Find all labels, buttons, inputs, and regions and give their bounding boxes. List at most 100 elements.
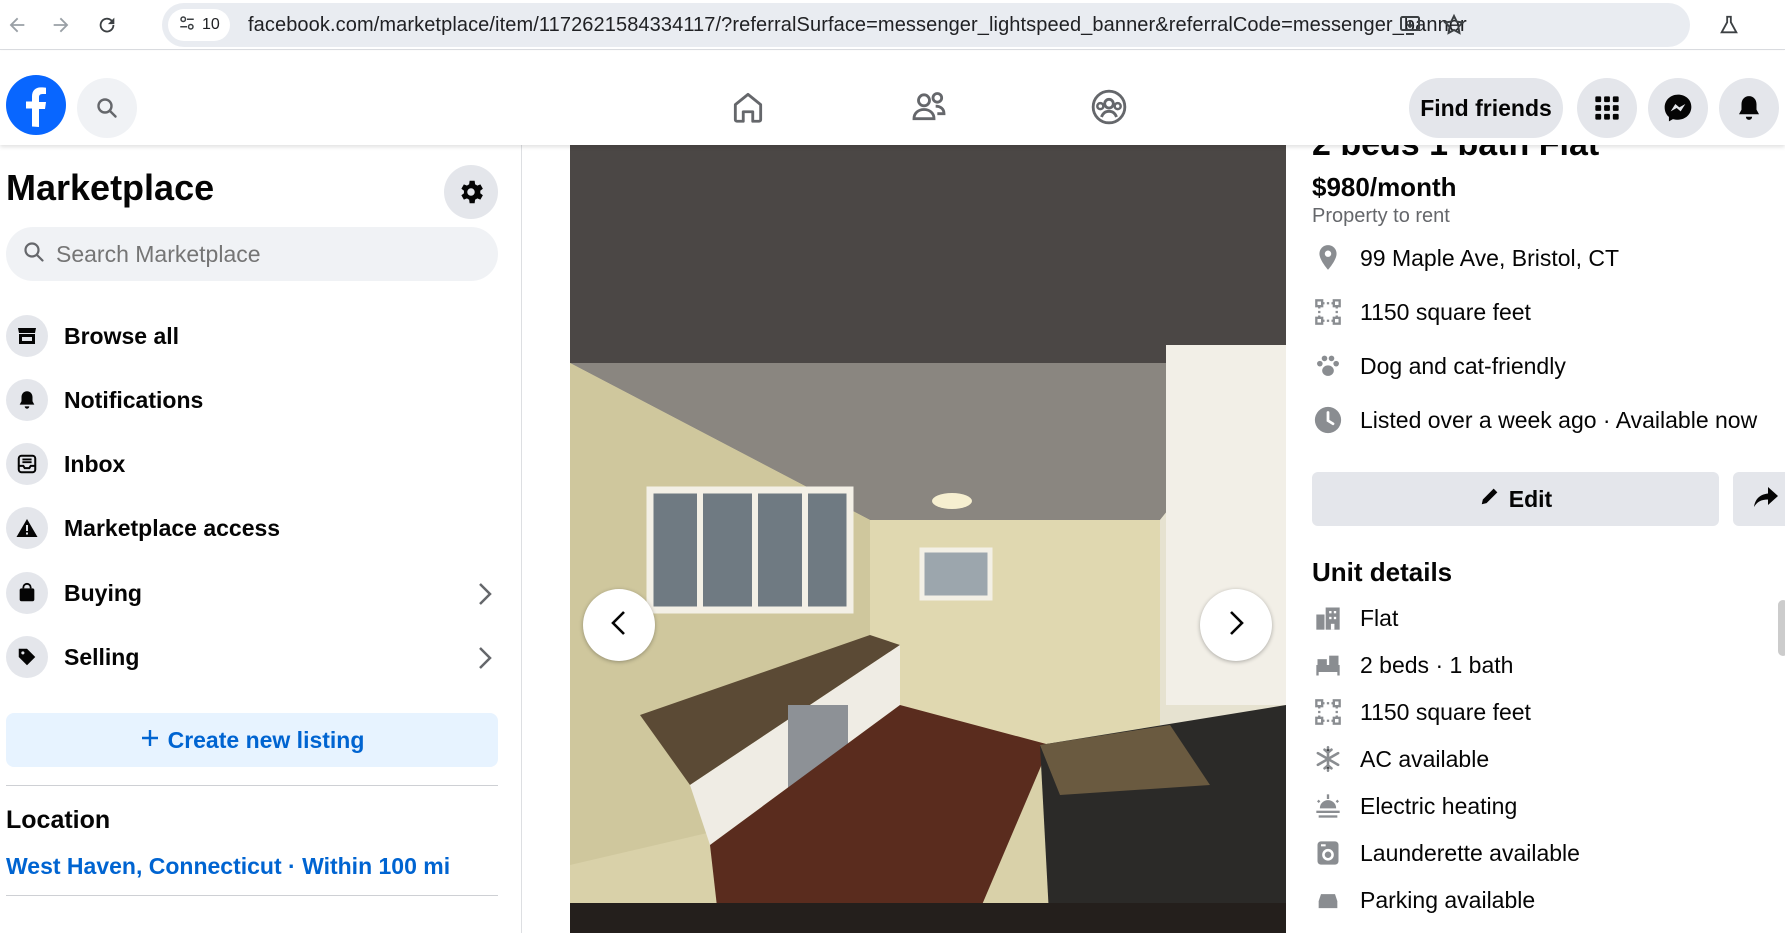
listing-price: $980/month <box>1312 172 1457 202</box>
plus-icon <box>140 727 160 754</box>
find-friends-button[interactable]: Find friends <box>1409 78 1563 138</box>
share-button[interactable] <box>1733 472 1785 526</box>
unit-heating: Electric heating <box>1312 788 1517 824</box>
sidebar-item-label: Inbox <box>64 450 126 477</box>
sidebar-item-inbox[interactable]: Inbox <box>6 434 500 494</box>
friends-icon[interactable] <box>903 81 955 133</box>
area-icon <box>1312 696 1344 728</box>
building-icon <box>1312 602 1344 634</box>
create-listing-label: Create new listing <box>167 726 365 753</box>
menu-grid-icon[interactable] <box>1577 78 1637 138</box>
site-info-chip[interactable]: 10 <box>168 9 230 41</box>
bookmark-star-icon[interactable] <box>1440 11 1468 39</box>
unit-beds-baths: 2 beds · 1 bath <box>1312 647 1513 683</box>
info-square-feet: 1150 square feet <box>1312 294 1531 330</box>
car-icon <box>1312 884 1344 916</box>
washer-icon <box>1312 837 1344 869</box>
shopping-bag-icon <box>6 572 48 614</box>
info-pets: Dog and cat-friendly <box>1312 348 1566 384</box>
info-text: Dog and cat-friendly <box>1360 352 1566 379</box>
info-address: 99 Maple Ave, Bristol, CT <box>1312 240 1619 276</box>
info-text: AC available <box>1360 745 1490 772</box>
previous-photo-button[interactable] <box>583 589 655 661</box>
storefront-icon <box>6 315 48 357</box>
info-text: 99 Maple Ave, Bristol, CT <box>1360 244 1620 271</box>
edit-label: Edit <box>1508 485 1553 512</box>
info-text: 2 beds · 1 bath <box>1360 651 1514 678</box>
info-text: Electric heating <box>1360 792 1518 819</box>
settings-gear-icon[interactable] <box>444 165 498 219</box>
listing-type: Property to rent <box>1312 205 1450 227</box>
browser-toolbar: 10 facebook.com/marketplace/item/1172621… <box>0 0 1785 50</box>
unit-square-feet: 1150 square feet <box>1312 694 1531 730</box>
price-tag-icon <box>6 636 48 678</box>
marketplace-search[interactable] <box>6 227 498 281</box>
listing-media <box>523 145 1290 933</box>
marketplace-sidebar: Marketplace Browse all Notifications Inb… <box>0 145 522 933</box>
bell-icon[interactable] <box>1719 78 1779 138</box>
listing-title: 2 beds 1 bath Flat <box>1312 145 1599 164</box>
search-icon <box>22 240 46 269</box>
chevron-right-icon <box>474 645 496 676</box>
pencil-icon <box>1479 485 1501 513</box>
sidebar-item-buying[interactable]: Buying <box>6 563 500 623</box>
info-text: Parking available <box>1360 886 1536 913</box>
tune-icon <box>178 14 196 37</box>
facebook-logo[interactable] <box>6 75 66 135</box>
location-pin-icon <box>1312 242 1344 274</box>
groups-icon[interactable] <box>1083 81 1135 133</box>
location-link[interactable]: West Haven, Connecticut · Within 100 mi <box>6 853 450 880</box>
sidebar-item-notifications[interactable]: Notifications <box>6 370 500 430</box>
search-input[interactable] <box>56 240 476 268</box>
install-app-icon[interactable] <box>1396 11 1424 39</box>
forward-icon[interactable] <box>44 8 78 42</box>
floating-edge-tab[interactable] <box>1778 600 1785 656</box>
url-text[interactable]: facebook.com/marketplace/item/1172621584… <box>248 14 1467 37</box>
chevron-right-icon <box>474 581 496 612</box>
share-arrow-icon <box>1753 485 1779 514</box>
sidebar-item-label: Marketplace access <box>64 514 281 541</box>
area-icon <box>1312 296 1344 328</box>
chevron-right-icon <box>1224 608 1248 643</box>
heating-icon <box>1312 790 1344 822</box>
unit-ac: AC available <box>1312 741 1489 777</box>
sidebar-item-label: Notifications <box>64 386 204 413</box>
sidebar-item-selling[interactable]: Selling <box>6 627 500 687</box>
sidebar-item-marketplace-access[interactable]: Marketplace access <box>6 498 500 558</box>
address-bar[interactable]: 10 facebook.com/marketplace/item/1172621… <box>162 3 1690 47</box>
info-text: 1150 square feet <box>1360 298 1531 325</box>
unit-laundry: Launderette available <box>1312 835 1580 871</box>
divider <box>6 895 498 896</box>
snowflake-icon <box>1312 743 1344 775</box>
clock-icon <box>1312 404 1344 436</box>
edit-button[interactable]: Edit <box>1312 472 1719 526</box>
info-text: 1150 square feet <box>1360 698 1531 725</box>
facebook-top-bar: Find friends <box>0 51 1785 145</box>
sidebar-item-label: Browse all <box>64 322 180 349</box>
info-text: Listed over a week ago · Available now <box>1360 406 1758 433</box>
divider <box>6 785 498 786</box>
unit-property-type: Flat <box>1312 600 1398 636</box>
info-listed-time: Listed over a week ago · Available now <box>1312 402 1757 438</box>
site-chip-count: 10 <box>202 16 220 33</box>
inbox-icon <box>6 443 48 485</box>
create-new-listing-button[interactable]: Create new listing <box>6 713 498 767</box>
location-heading: Location <box>6 806 111 834</box>
page-title: Marketplace <box>6 167 215 208</box>
back-icon[interactable] <box>0 8 34 42</box>
sidebar-item-label: Selling <box>64 643 140 670</box>
unit-parking: Parking available <box>1312 882 1535 918</box>
bed-icon <box>1312 649 1344 681</box>
next-photo-button[interactable] <box>1200 589 1272 661</box>
listing-details: 2 beds 1 bath Flat $980/month Property t… <box>1290 145 1785 933</box>
chevron-left-icon <box>607 608 631 643</box>
sidebar-item-browse-all[interactable]: Browse all <box>6 306 500 366</box>
messenger-icon[interactable] <box>1648 78 1708 138</box>
reload-icon[interactable] <box>90 8 124 42</box>
search-icon[interactable] <box>77 78 137 138</box>
info-text: Flat <box>1360 604 1399 631</box>
home-icon[interactable] <box>722 81 774 133</box>
warning-icon <box>6 507 48 549</box>
unit-details-heading: Unit details <box>1312 557 1453 587</box>
labs-flask-icon[interactable] <box>1712 8 1746 42</box>
